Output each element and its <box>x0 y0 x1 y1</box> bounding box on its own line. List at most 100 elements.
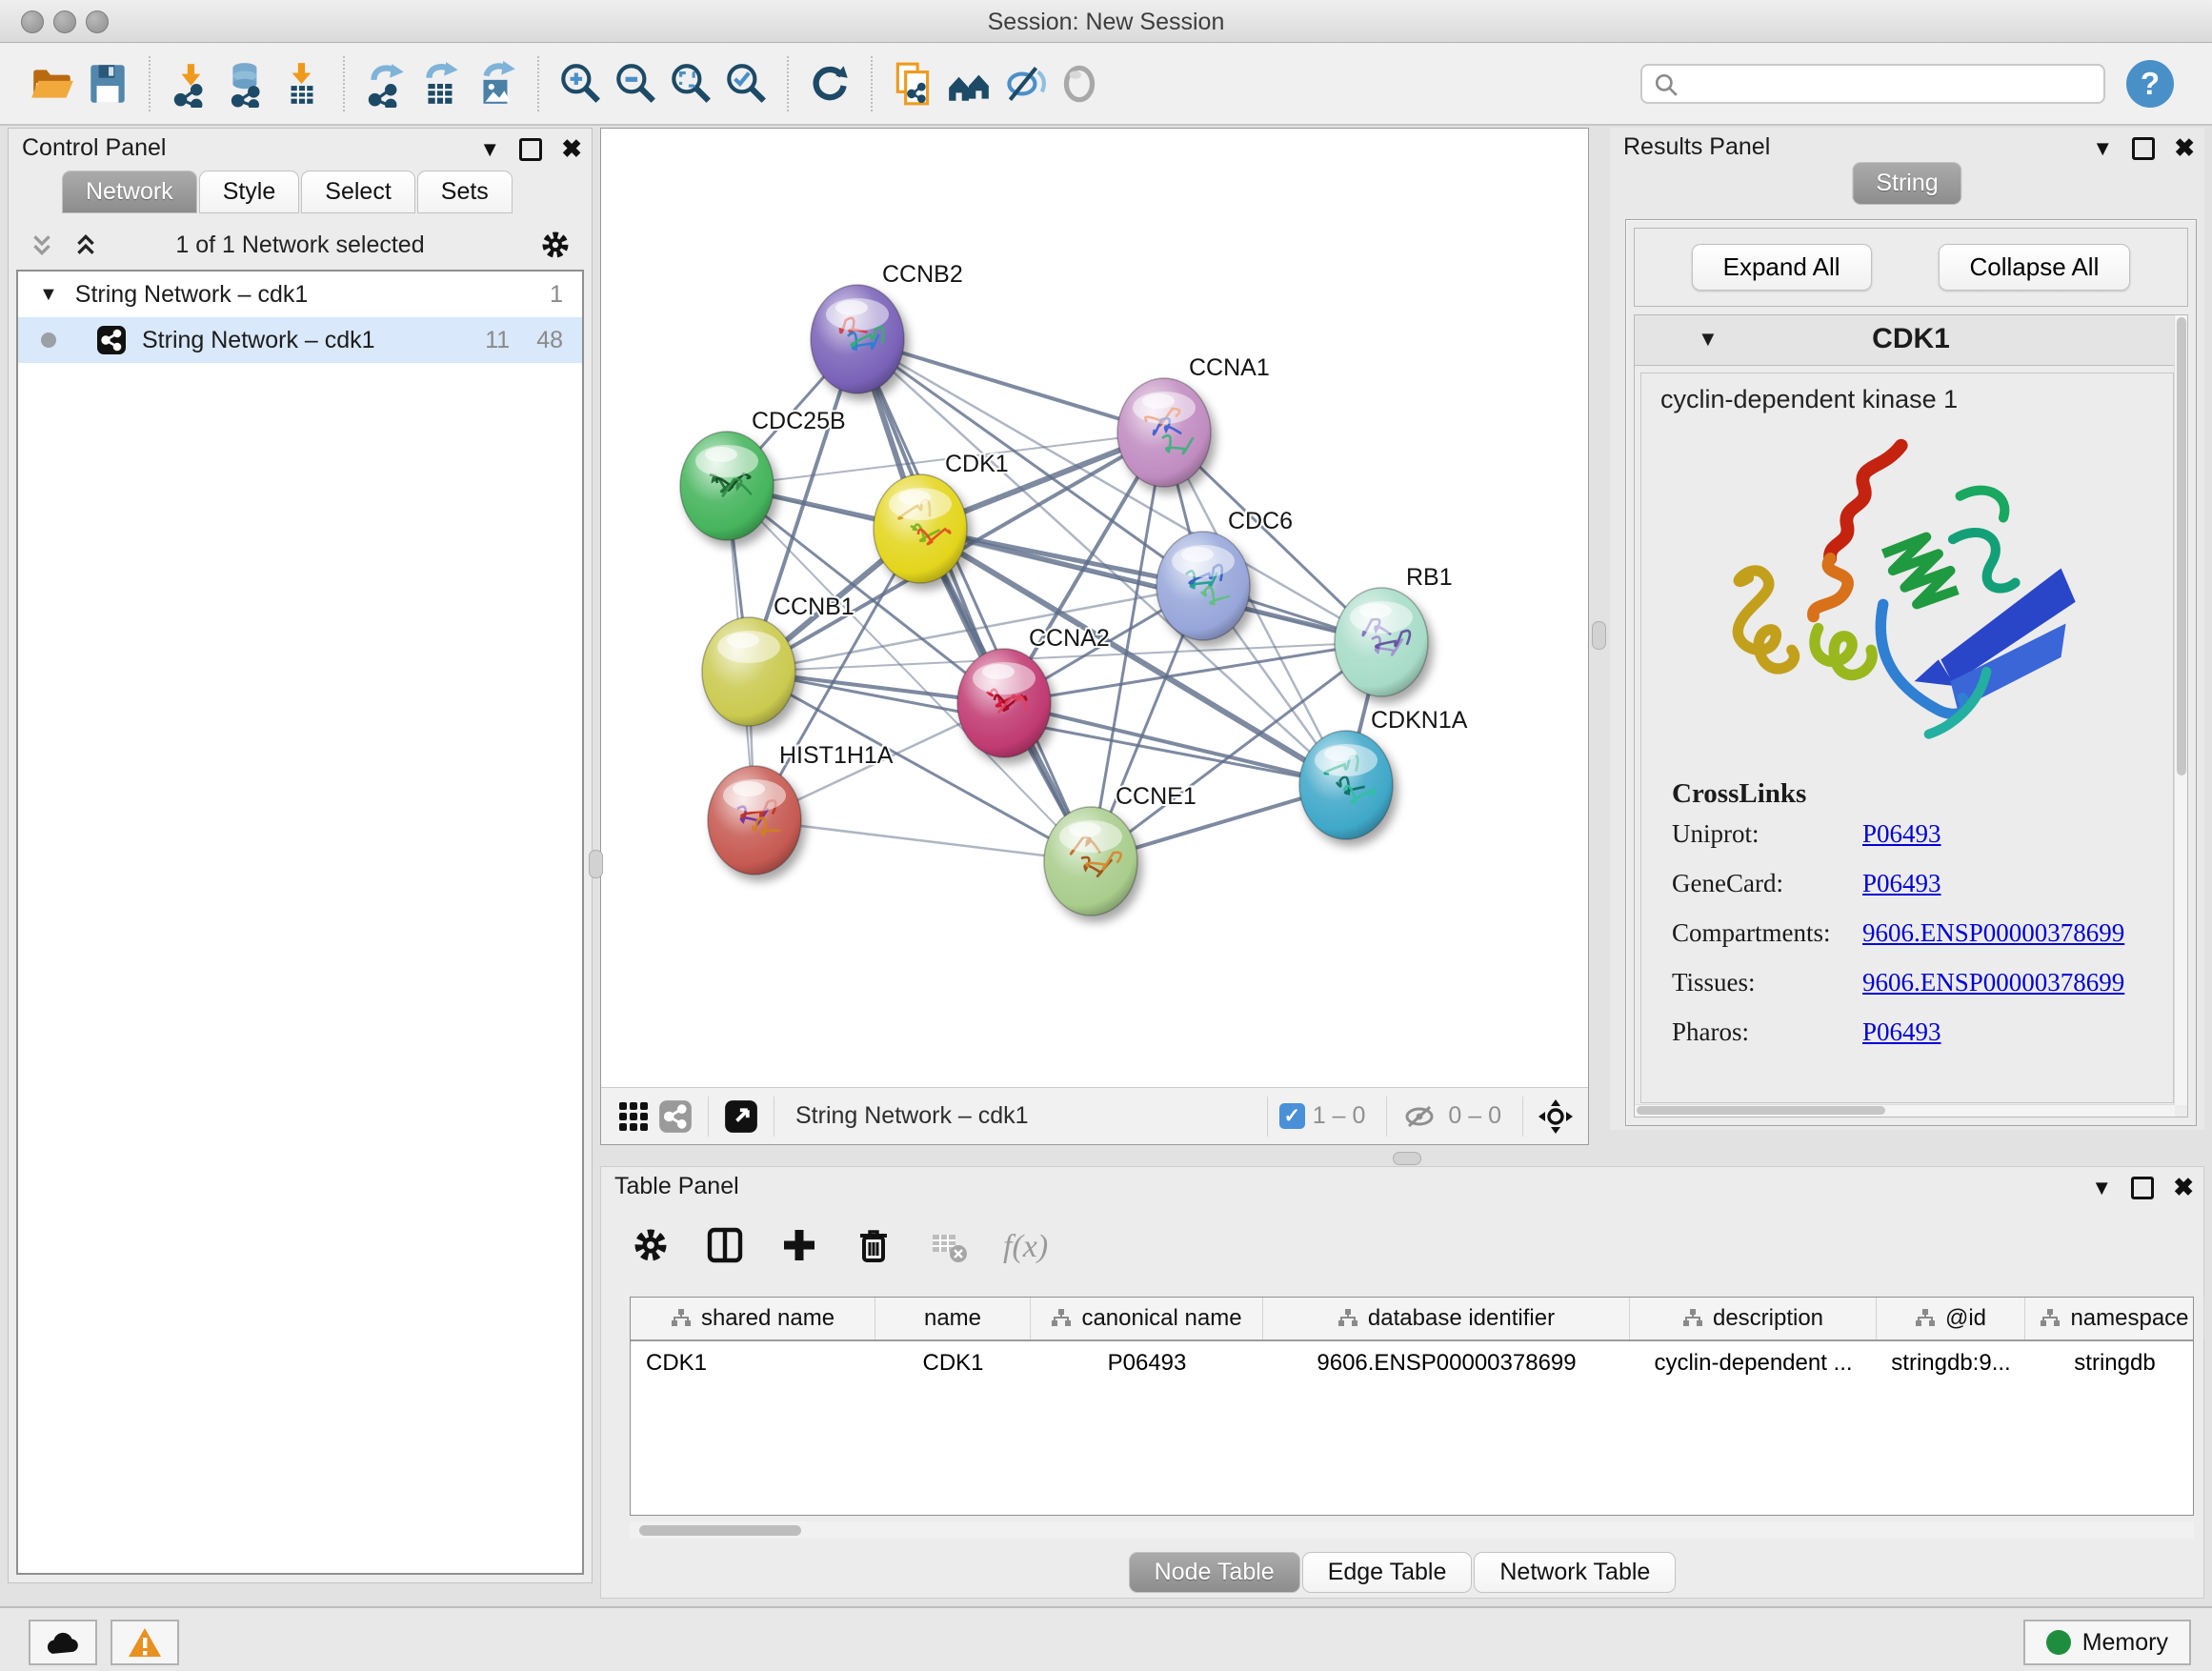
hide-glasses-button[interactable] <box>996 55 1052 112</box>
column-header-shared-name[interactable]: shared name <box>631 1298 875 1339</box>
open-in-string-button[interactable] <box>886 55 941 112</box>
control-panel: Control Panel ▼ ✖ NetworkStyleSelectSets… <box>8 128 593 1583</box>
crosslink-value-link[interactable]: P06493 <box>1862 1017 1941 1046</box>
crosslink-value-link[interactable]: P06493 <box>1862 819 1941 848</box>
collection-count: 1 <box>550 281 563 309</box>
zoom-out-button[interactable] <box>608 55 663 112</box>
show-columns-icon[interactable] <box>704 1224 746 1271</box>
float-panel-icon[interactable] <box>2131 1177 2154 1199</box>
node-label-CCNA1: CCNA1 <box>1189 354 1270 381</box>
export-network-button[interactable] <box>358 55 413 112</box>
export-image-button[interactable] <box>469 55 524 112</box>
network-node-CCNB2[interactable] <box>811 285 904 393</box>
grid-view-icon[interactable] <box>613 1096 654 1137</box>
column-header-name[interactable]: name <box>875 1298 1031 1339</box>
expand-all-button[interactable]: Expand All <box>1692 244 1872 291</box>
gene-header[interactable]: ▼ CDK1 <box>1635 315 2187 366</box>
node-label-CCNA2: CCNA2 <box>1029 625 1110 652</box>
network-node-CCNE1[interactable] <box>1044 807 1137 916</box>
node-label-CCNB2: CCNB2 <box>882 261 963 288</box>
search-input[interactable] <box>1640 64 2105 104</box>
float-panel-icon[interactable] <box>519 138 542 161</box>
column-header-description[interactable]: description <box>1630 1298 1877 1339</box>
close-panel-icon[interactable]: ✖ <box>2174 133 2195 163</box>
eye-button[interactable] <box>1052 55 1107 112</box>
panel-menu-icon[interactable]: ▼ <box>479 137 500 162</box>
column-header-namespace[interactable]: namespace <box>2025 1298 2204 1339</box>
tab-sets[interactable]: Sets <box>417 171 513 213</box>
network-node-RB1[interactable] <box>1335 588 1428 696</box>
network-node-CDK1[interactable] <box>874 474 967 583</box>
export-table-button[interactable] <box>413 55 469 112</box>
network-node-CCNB1[interactable] <box>702 617 795 726</box>
network-canvas[interactable]: CCNB2CCNA1CDC25BCDK1CDC6RB1CCNB1CCNA2CDK… <box>601 129 1588 1085</box>
right-splitter-handle[interactable] <box>1592 621 1606 650</box>
import-network-file-button[interactable] <box>164 55 219 112</box>
network-node-CDC6[interactable] <box>1156 532 1250 640</box>
tab-network[interactable]: Network <box>62 171 197 213</box>
tab-edge-table[interactable]: Edge Table <box>1302 1552 1473 1593</box>
create-column-icon[interactable] <box>778 1224 820 1271</box>
table-horizontal-scrollbar[interactable] <box>630 1521 2194 1539</box>
close-panel-icon[interactable]: ✖ <box>561 134 582 164</box>
collection-expander-icon[interactable]: ▼ <box>39 284 58 306</box>
column-header-database-identifier[interactable]: database identifier <box>1263 1298 1630 1339</box>
hidden-eye-icon[interactable] <box>1398 1096 1440 1137</box>
glasses-slash-icon <box>1000 60 1048 108</box>
help-button[interactable]: ? <box>2126 60 2174 108</box>
zoom-selected-button[interactable] <box>718 55 774 112</box>
bottom-splitter-handle[interactable] <box>1393 1152 1421 1165</box>
tab-style[interactable]: Style <box>199 171 300 213</box>
string-home-button[interactable] <box>941 55 996 112</box>
table-row[interactable]: CDK1CDK1P064939606.ENSP00000378699cyclin… <box>631 1341 2193 1385</box>
tab-string[interactable]: String <box>1852 162 1961 205</box>
column-header--id[interactable]: @id <box>1877 1298 2025 1339</box>
memory-button[interactable]: Memory <box>2023 1620 2191 1665</box>
network-node-HIST1H1A[interactable] <box>708 766 801 875</box>
network-node-CCNA2[interactable] <box>957 649 1051 757</box>
cloud-icon <box>44 1628 82 1657</box>
collapse-all-button[interactable]: Collapse All <box>1939 244 2131 291</box>
column-header-canonical-name[interactable]: canonical name <box>1031 1298 1263 1339</box>
tab-network-table[interactable]: Network Table <box>1474 1552 1676 1593</box>
results-horizontal-scrollbar[interactable] <box>1635 1104 2175 1117</box>
status-bar: Memory <box>0 1606 2212 1671</box>
results-vertical-scrollbar[interactable] <box>2174 315 2187 1105</box>
import-network-database-button[interactable] <box>219 55 274 112</box>
zoom-in-icon <box>556 60 604 108</box>
column-header-label: @id <box>1945 1305 1986 1332</box>
left-splitter-handle[interactable] <box>589 850 603 878</box>
warnings-button[interactable] <box>111 1620 179 1665</box>
zoom-in-button[interactable] <box>553 55 608 112</box>
table-options-gear-icon[interactable] <box>630 1224 672 1271</box>
refresh-button[interactable] <box>802 55 857 112</box>
network-node-CCNA1[interactable] <box>1117 378 1211 487</box>
network-collection-row[interactable]: ▼ String Network – cdk1 1 <box>18 272 582 317</box>
tab-select[interactable]: Select <box>301 171 414 213</box>
crosslink-value-link[interactable]: 9606.ENSP00000378699 <box>1862 918 2124 947</box>
crosslink-value-link[interactable]: 9606.ENSP00000378699 <box>1862 968 2124 997</box>
pan-crosshair-icon[interactable] <box>1535 1096 1577 1137</box>
panel-menu-icon[interactable]: ▼ <box>2092 136 2113 161</box>
network-options-gear-icon[interactable] <box>538 228 573 267</box>
crosslink-value-link[interactable]: P06493 <box>1862 869 1941 897</box>
open-session-button[interactable] <box>25 55 80 112</box>
column-header-label: description <box>1713 1305 1823 1332</box>
crosslinks-heading: CrossLinks <box>1672 778 2173 810</box>
import-table-file-button[interactable] <box>274 55 330 112</box>
selected-checkbox-icon[interactable]: ✓ <box>1279 1103 1305 1129</box>
network-node-CDKN1A[interactable] <box>1299 731 1393 839</box>
panel-menu-icon[interactable]: ▼ <box>2091 1176 2112 1200</box>
birds-eye-view-icon[interactable] <box>720 1096 762 1137</box>
close-panel-icon[interactable]: ✖ <box>2173 1173 2194 1202</box>
network-node-CDC25B[interactable] <box>680 432 774 540</box>
zoom-fit-button[interactable] <box>663 55 718 112</box>
save-icon <box>84 60 131 108</box>
tab-node-table[interactable]: Node Table <box>1129 1552 1300 1593</box>
cloud-status-button[interactable] <box>29 1620 97 1665</box>
delete-column-icon[interactable] <box>853 1224 895 1271</box>
float-panel-icon[interactable] <box>2132 137 2155 160</box>
network-share-view-icon[interactable] <box>654 1096 696 1137</box>
save-session-button[interactable] <box>80 55 135 112</box>
network-row-selected[interactable]: String Network – cdk1 11 48 <box>18 317 582 363</box>
